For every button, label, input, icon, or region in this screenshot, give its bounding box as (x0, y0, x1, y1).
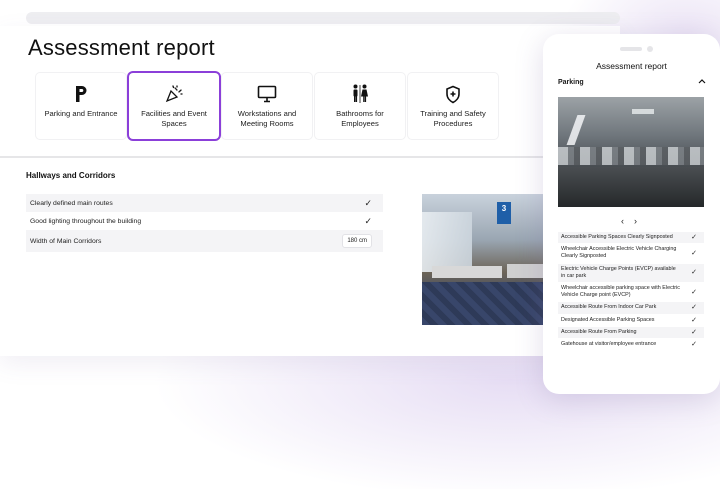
item-label: Accessible Parking Spaces Clearly Signpo… (561, 234, 673, 240)
list-item: Clearly defined main routes ✓ (26, 194, 383, 212)
list-item: Electric Vehicle Charge Points (EVCP) av… (558, 263, 704, 283)
section-title: Hallways and Corridors (26, 171, 116, 180)
item-label: Designated Accessible Parking Spaces (561, 316, 655, 323)
check-icon: ✓ (691, 328, 697, 336)
tab-label: Parking and Entrance (44, 109, 118, 118)
list-item: Accessible Route From Indoor Car Park ✓ (558, 302, 704, 314)
phone-section-label: Parking (558, 78, 584, 86)
photo-ground (558, 167, 704, 207)
page-title: Assessment report (28, 35, 215, 60)
check-icon: ✓ (691, 341, 697, 349)
photo-cars (558, 147, 704, 165)
item-label: Accessible Route From Indoor Car Park (561, 304, 657, 311)
shield-plus-icon (445, 84, 461, 104)
photo-window (422, 212, 472, 272)
list-item: Accessible Parking Spaces Clearly Signpo… (558, 232, 704, 244)
photo-light (566, 115, 586, 145)
item-label: Accessible Route From Parking (561, 328, 637, 335)
photo-light (632, 109, 654, 114)
corridor-photo: 3 (422, 194, 546, 325)
photo-carpet (422, 282, 546, 325)
list-item: Designated Accessible Parking Spaces ✓ (558, 315, 704, 326)
phone-speaker (620, 47, 642, 51)
list-item: Good lighting throughout the building ✓ (26, 212, 383, 230)
tab-workstations-and-meeting-rooms[interactable]: Workstations and Meeting Rooms (222, 73, 312, 139)
section-divider (0, 156, 620, 158)
check-icon: ✓ (691, 316, 697, 324)
chevron-left-icon[interactable]: ‹ (621, 216, 624, 226)
party-popper-icon (164, 84, 184, 104)
list-item: Wheelchair accessible parking space with… (558, 283, 704, 301)
check-icon: ✓ (691, 234, 697, 241)
phone-section-header[interactable]: Parking (558, 78, 706, 86)
check-icon: ✓ (691, 304, 697, 312)
tab-label: Facilities and Event Spaces (141, 109, 207, 128)
tab-label: Training and Safety Procedures (420, 109, 486, 128)
phone-camera (647, 46, 653, 52)
item-label: Gatehouse at visitor/employee entrance (561, 341, 657, 348)
item-label: Clearly defined main routes (30, 199, 113, 207)
chevron-up-icon[interactable] (698, 78, 706, 86)
browser-bar (26, 12, 620, 24)
item-label: Wheelchair accessible parking space with… (561, 285, 680, 299)
tab-label: Bathrooms for Employees (336, 109, 384, 128)
tab-parking-and-entrance[interactable]: Parking and Entrance (36, 73, 126, 139)
list-item: Gatehouse at visitor/employee entrance ✓ (558, 339, 704, 350)
check-icon: ✓ (364, 197, 372, 208)
list-item: Accessible Route From Parking ✓ (558, 326, 704, 339)
photo-desk (507, 264, 546, 278)
category-tabs: Parking and Entrance Facilities and Even… (36, 73, 498, 139)
check-icon: ✓ (364, 215, 372, 226)
check-icon: ✓ (691, 269, 697, 277)
check-icon: ✓ (691, 288, 697, 296)
list-item: Width of Main Corridors 180 cm (26, 230, 383, 252)
item-label: Electric Vehicle Charge Points (EVCP) av… (561, 265, 676, 279)
photo-pager: ‹ › (621, 216, 637, 226)
item-label: Wheelchair Accessible Electric Vehicle C… (561, 246, 677, 260)
parking-icon (74, 84, 88, 104)
list-item: Wheelchair Accessible Electric Vehicle C… (558, 244, 704, 262)
tab-training-and-safety-procedures[interactable]: Training and Safety Procedures (408, 73, 498, 139)
phone-title: Assessment report (596, 61, 667, 71)
photo-desk (432, 266, 502, 278)
tab-label: Workstations and Meeting Rooms (237, 109, 297, 128)
tab-bathrooms-for-employees[interactable]: Bathrooms for Employees (315, 73, 405, 139)
tab-facilities-and-event-spaces[interactable]: Facilities and Event Spaces (129, 73, 219, 139)
item-label: Good lighting throughout the building (30, 217, 142, 225)
restroom-icon (351, 84, 369, 104)
phone-mockup: Assessment report Parking ‹ › Accessible… (543, 34, 720, 394)
check-icon: ✓ (691, 249, 697, 257)
chevron-right-icon[interactable]: › (634, 216, 637, 226)
phone-checklist: Accessible Parking Spaces Clearly Signpo… (558, 232, 704, 351)
item-label: Width of Main Corridors (30, 237, 102, 245)
photo-sign: 3 (497, 202, 511, 224)
checklist: Clearly defined main routes ✓ Good light… (26, 194, 383, 252)
value-badge: 180 cm (342, 234, 372, 248)
monitor-icon (257, 84, 277, 104)
parking-photo (558, 97, 704, 207)
